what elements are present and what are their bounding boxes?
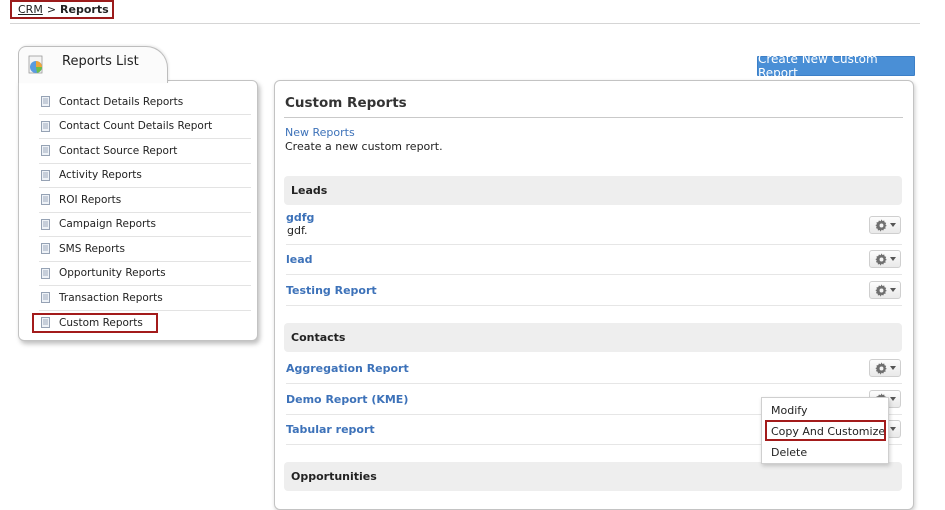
document-icon <box>41 120 50 132</box>
reports-list: Contact Details Reports Contact Count Det… <box>39 90 251 335</box>
sidebar-item-label: Transaction Reports <box>59 291 163 304</box>
sidebar-item-label: Activity Reports <box>59 169 142 182</box>
row-divider <box>286 274 902 275</box>
sidebar-item-sms-reports[interactable]: SMS Reports <box>39 237 251 262</box>
sidebar-item-transaction-reports[interactable]: Transaction Reports <box>39 286 251 311</box>
sidebar-item-contact-details-reports[interactable]: Contact Details Reports <box>39 90 251 115</box>
row-divider <box>286 244 902 245</box>
document-icon <box>41 96 50 108</box>
section-header-opportunities: Opportunities <box>284 462 902 491</box>
document-icon <box>41 292 50 304</box>
header-divider <box>10 23 920 24</box>
report-actions-button[interactable] <box>869 281 901 299</box>
document-icon <box>41 145 50 157</box>
breadcrumb-crm-link[interactable]: CRM <box>18 3 43 16</box>
title-divider <box>284 117 903 118</box>
sidebar-item-label: ROI Reports <box>59 193 122 206</box>
menu-item-modify[interactable]: Modify <box>771 404 807 417</box>
caret-down-icon <box>889 397 896 401</box>
breadcrumb-separator: > <box>46 3 57 16</box>
report-link-aggregation-report[interactable]: Aggregation Report <box>286 362 409 375</box>
gear-icon <box>874 252 888 266</box>
create-new-custom-report-button[interactable]: Create New Custom Report <box>757 52 915 80</box>
breadcrumb-current: Reports <box>60 3 109 16</box>
caret-down-icon <box>889 223 896 227</box>
sidebar-item-opportunity-reports[interactable]: Opportunity Reports <box>39 262 251 286</box>
report-actions-button[interactable] <box>869 216 901 234</box>
sidebar-item-label: Contact Count Details Report <box>59 120 213 133</box>
caret-down-icon <box>889 257 896 261</box>
document-icon <box>41 218 50 230</box>
sidebar-item-label: Contact Source Report <box>59 144 178 157</box>
row-divider <box>286 305 902 306</box>
report-actions-button[interactable] <box>869 359 901 377</box>
gear-icon <box>874 218 888 232</box>
caret-down-icon <box>889 288 896 292</box>
caret-down-icon <box>889 366 896 370</box>
caret-down-icon <box>889 427 896 431</box>
new-reports-description: Create a new custom report. <box>285 140 443 153</box>
sidebar-item-contact-source-report[interactable]: Contact Source Report <box>39 139 251 164</box>
sidebar-item-label: SMS Reports <box>59 242 126 255</box>
sidebar-item-activity-reports[interactable]: Activity Reports <box>39 164 251 188</box>
reports-list-tab: Reports List <box>18 46 168 83</box>
section-header-leads: Leads <box>284 176 902 205</box>
sidebar-item-label: Opportunity Reports <box>59 267 166 280</box>
menu-item-delete[interactable]: Delete <box>771 446 807 459</box>
report-link-tabular-report[interactable]: Tabular report <box>286 423 375 436</box>
document-icon <box>41 267 50 279</box>
sidebar-item-campaign-reports[interactable]: Campaign Reports <box>39 213 251 237</box>
report-link-testing-report[interactable]: Testing Report <box>286 284 377 297</box>
reports-list-title: Reports List <box>62 54 139 69</box>
breadcrumb: CRM > Reports <box>10 0 114 19</box>
gear-icon <box>874 361 888 375</box>
report-desc-gdfg: gdf. <box>287 224 308 237</box>
section-header-contacts: Contacts <box>284 323 902 352</box>
report-link-gdfg[interactable]: gdfg <box>286 211 314 224</box>
sidebar-item-label: Contact Details Reports <box>59 95 184 108</box>
sidebar-item-roi-reports[interactable]: ROI Reports <box>39 188 251 213</box>
row-divider <box>286 383 902 384</box>
report-link-lead[interactable]: lead <box>286 253 313 266</box>
document-icon <box>41 194 50 206</box>
document-icon <box>41 243 50 255</box>
custom-reports-highlight <box>32 313 158 333</box>
gear-icon <box>874 283 888 297</box>
sidebar-item-label: Campaign Reports <box>59 218 156 231</box>
reports-list-panel: Contact Details Reports Contact Count Det… <box>18 80 258 341</box>
pie-chart-icon <box>28 55 43 74</box>
report-actions-button[interactable] <box>869 250 901 268</box>
page-title: Custom Reports <box>285 95 407 111</box>
report-link-demo-report[interactable]: Demo Report (KME) <box>286 393 408 406</box>
sidebar-item-contact-count-details-report[interactable]: Contact Count Details Report <box>39 115 251 139</box>
new-reports-link[interactable]: New Reports <box>285 126 355 139</box>
document-icon <box>41 169 50 181</box>
copy-and-customize-highlight <box>765 420 886 441</box>
